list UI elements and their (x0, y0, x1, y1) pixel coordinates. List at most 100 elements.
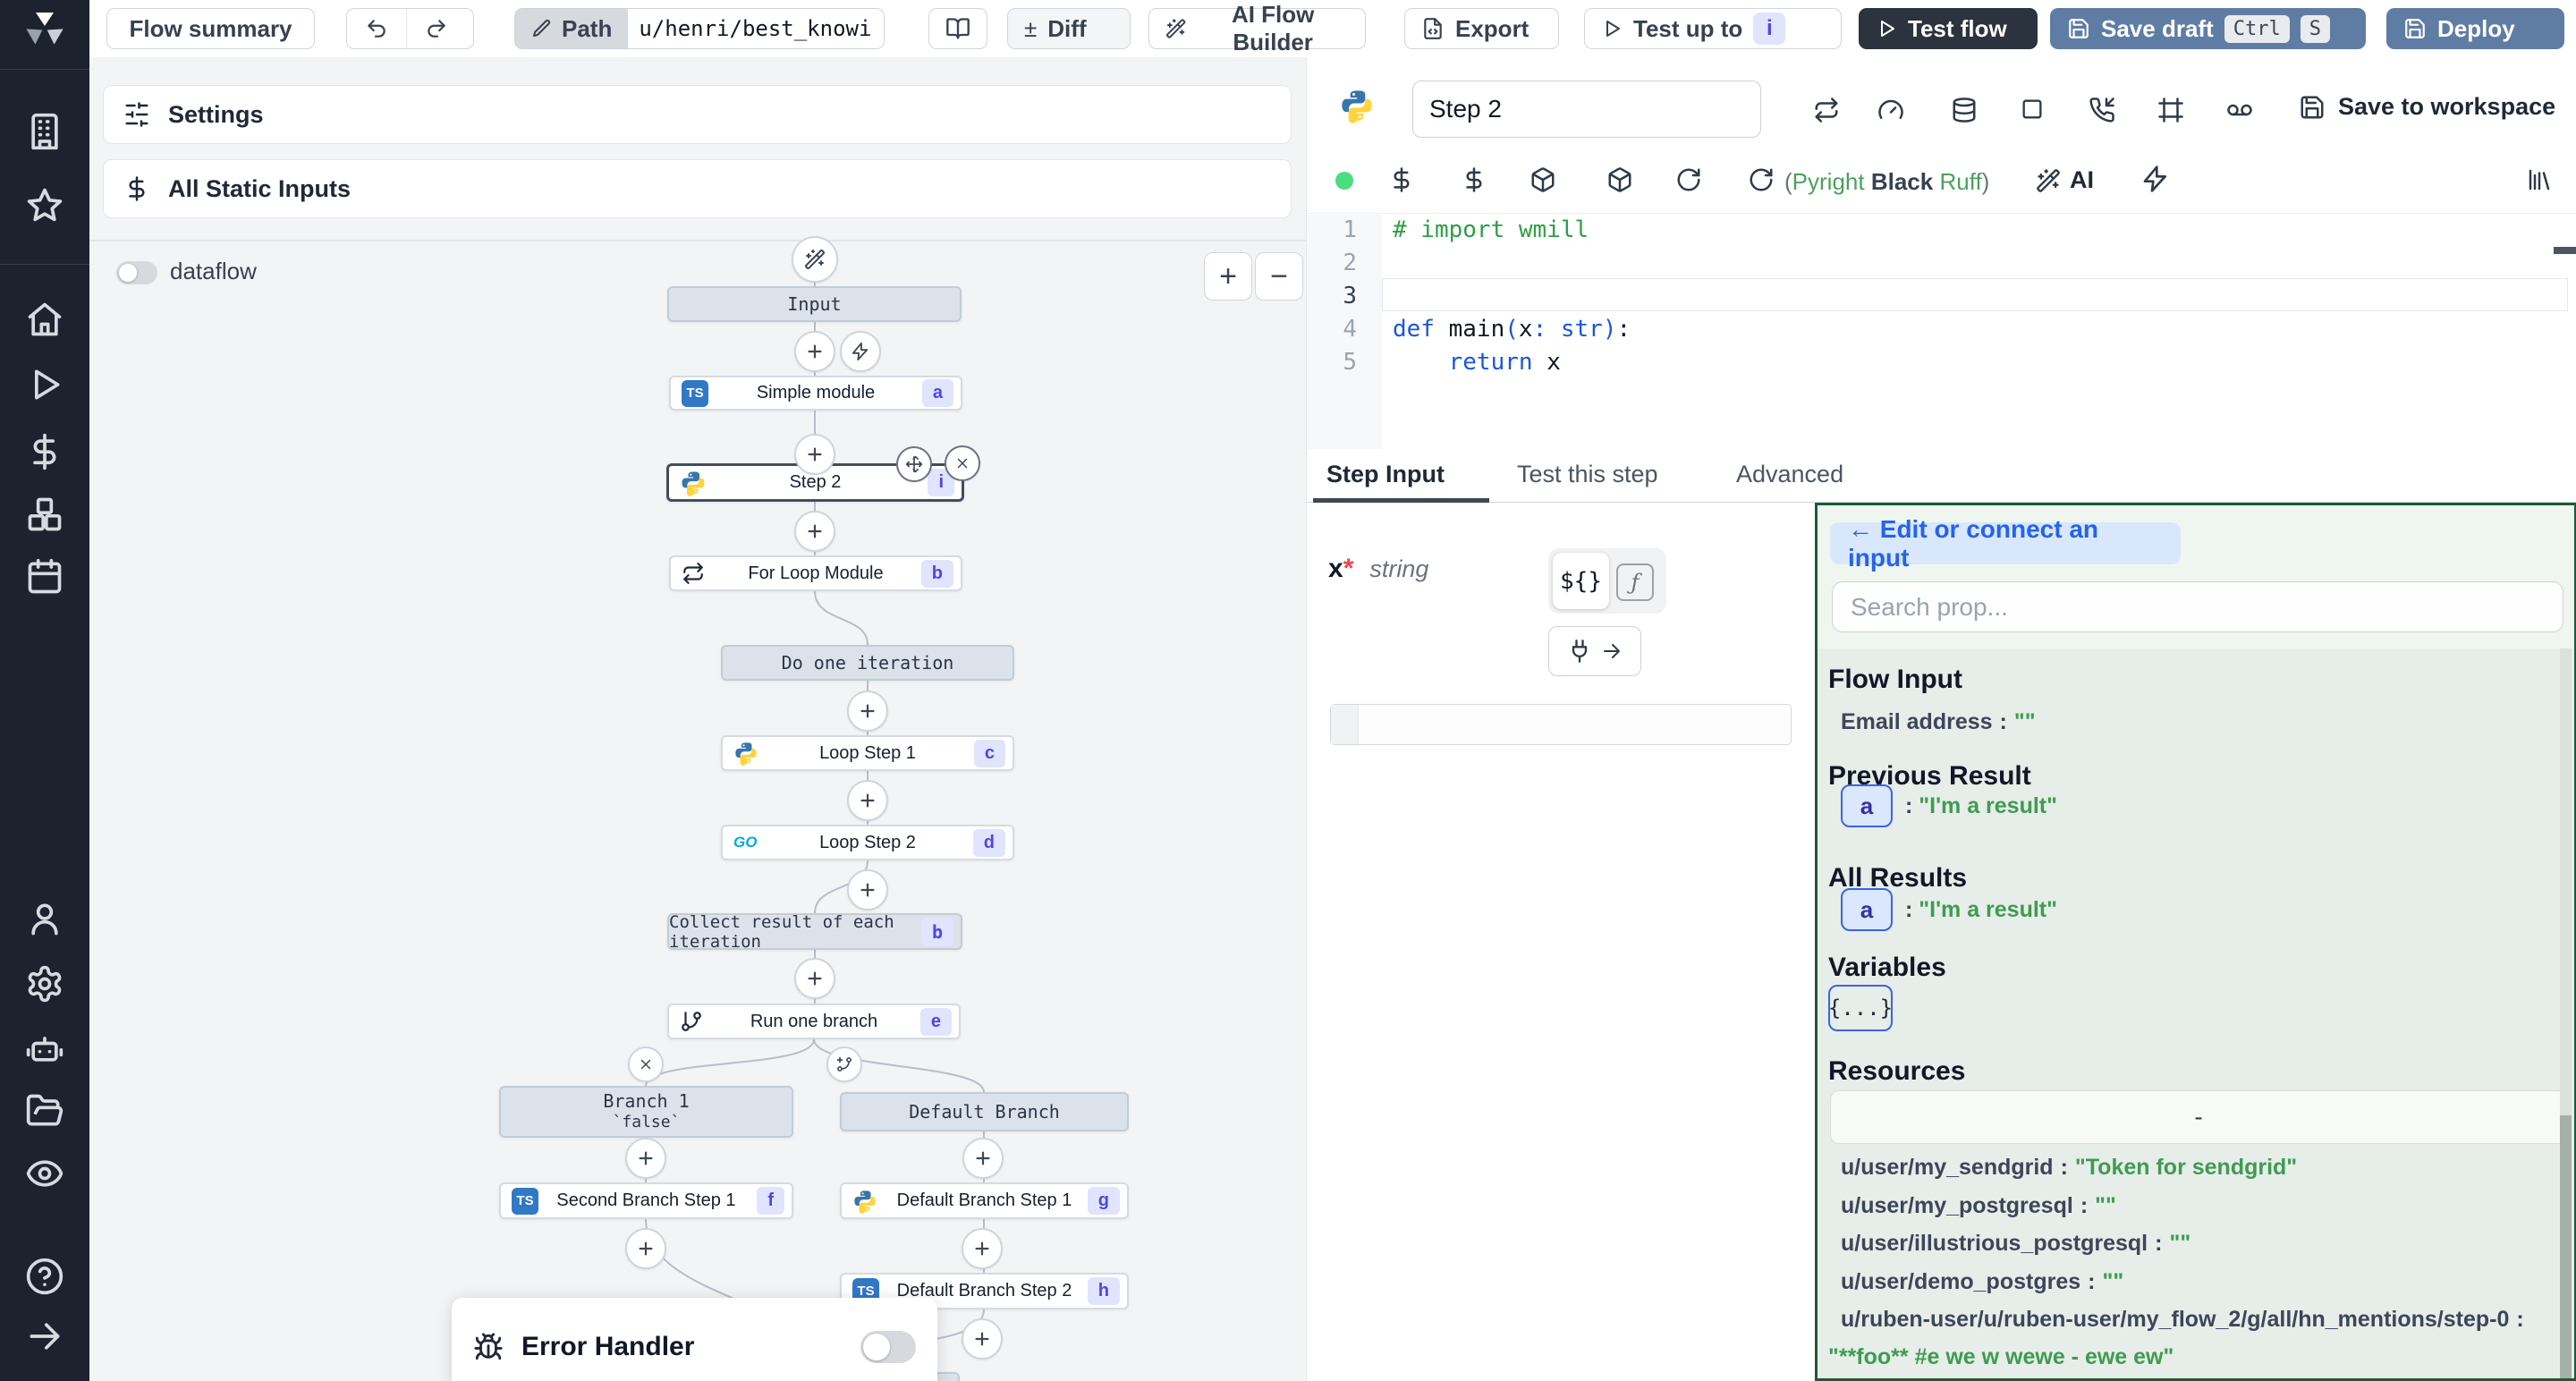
add-step-button[interactable] (962, 1318, 1003, 1360)
user-icon[interactable] (25, 899, 64, 938)
node-default-branch-step1[interactable]: Default Branch Step 1 g (840, 1182, 1129, 1219)
edit-or-connect-pill[interactable]: ← Edit or connect an input (1830, 522, 2181, 564)
settings-gear-icon[interactable] (25, 964, 64, 1004)
path-input[interactable] (628, 9, 884, 48)
add-step-button[interactable] (962, 1138, 1004, 1179)
workers-bot-icon[interactable] (25, 1029, 64, 1068)
node-simple-module[interactable]: TS Simple module a (669, 376, 962, 411)
library-icon[interactable] (2526, 166, 2553, 193)
add-step-button[interactable] (625, 1138, 666, 1179)
early-stop-gauge-icon[interactable] (1877, 97, 1904, 123)
resource-dollar-icon[interactable] (1461, 166, 1487, 193)
folders-icon[interactable] (25, 1091, 64, 1131)
save-to-workspace-button[interactable]: Save to workspace (2299, 93, 2555, 121)
result-key-chip[interactable]: a (1841, 888, 1893, 931)
mock-square-icon[interactable] (2020, 97, 2045, 122)
add-trigger-button[interactable] (840, 331, 881, 372)
result-key-chip[interactable]: a (1841, 784, 1893, 827)
template-mode-button[interactable]: ${} (1553, 553, 1609, 609)
add-step-button[interactable] (962, 1228, 1003, 1269)
tab-step-input[interactable]: Step Input (1326, 461, 1445, 488)
resource-row[interactable]: u/user/my_sendgrid:"Token for sendgrid" (1841, 1155, 2297, 1181)
expand-arrow-icon[interactable] (25, 1317, 64, 1356)
reload-icon[interactable] (1675, 166, 1702, 193)
save-draft-button[interactable]: Save draft Ctrl S (2050, 8, 2366, 49)
diff-button[interactable]: ± Diff (1007, 8, 1131, 49)
resources-boxes-icon[interactable] (25, 495, 64, 534)
tab-test-this-step[interactable]: Test this step (1517, 461, 1658, 488)
cache-database-icon[interactable] (1951, 97, 1978, 123)
add-branch-button[interactable] (826, 1046, 862, 1082)
flow-summary-button[interactable]: Flow summary (106, 8, 315, 49)
move-step-button[interactable] (896, 446, 932, 482)
variable-dollar-icon[interactable] (1388, 166, 1415, 193)
voicemail-icon[interactable] (2226, 97, 2253, 123)
prev-result-row[interactable]: : "I'm a result" (1905, 793, 2057, 819)
add-step-button[interactable] (847, 869, 888, 911)
variables-dollar-icon[interactable] (25, 432, 64, 471)
bolt-icon[interactable] (2141, 165, 2170, 193)
all-results-row[interactable]: : "I'm a result" (1905, 897, 2057, 923)
resource-row-clipped[interactable]: u/ruben-user/my_token:"24: this is for s… (1841, 1375, 2333, 1381)
code-line-1[interactable]: # import wmill (1393, 216, 1589, 243)
schedules-calendar-icon[interactable] (25, 557, 64, 597)
resource-row[interactable]: u/user/illustrious_postgresql:"" (1841, 1231, 2190, 1257)
resource-row-value[interactable]: "**foo** #e we w wewe - ewe ew" (1828, 1344, 2174, 1370)
error-handler-toggle[interactable] (860, 1331, 916, 1363)
add-step-button[interactable] (794, 331, 835, 372)
code-line-4[interactable]: def main(x: str): (1393, 316, 1631, 343)
tab-advanced[interactable]: Advanced (1736, 461, 1843, 488)
node-branch1[interactable]: Branch 1 `false` (499, 1086, 793, 1138)
ai-flow-builder-button[interactable]: AI Flow Builder (1148, 8, 1366, 49)
deploy-button[interactable]: Deploy (2386, 8, 2564, 49)
scrollbar-thumb[interactable] (2560, 1115, 2572, 1381)
test-flow-button[interactable]: Test flow (1859, 8, 2038, 49)
add-step-button[interactable] (847, 780, 888, 821)
package-icon[interactable] (1606, 166, 1633, 193)
add-step-button[interactable] (794, 434, 835, 475)
add-step-button[interactable] (794, 511, 835, 552)
favorites-star-icon[interactable] (25, 186, 64, 225)
node-collect-result[interactable]: Collect result of each iteration b (667, 913, 962, 950)
home-icon[interactable] (25, 300, 64, 339)
test-up-to-button[interactable]: Test up to i (1584, 8, 1842, 49)
node-do-one-iteration[interactable]: Do one iteration (721, 645, 1014, 681)
resource-row[interactable]: u/user/demo_postgres:"" (1841, 1269, 2123, 1295)
node-input[interactable]: Input (667, 286, 962, 322)
search-prop-input[interactable] (1832, 581, 2563, 632)
redo-button[interactable] (406, 9, 466, 48)
delete-step-button[interactable] (945, 445, 980, 481)
ai-edit-flow-button[interactable] (792, 236, 838, 283)
node-for-loop[interactable]: For Loop Module b (669, 555, 962, 591)
retry-repeat-icon[interactable] (1813, 97, 1840, 123)
ai-assistant-button[interactable]: AI (2036, 166, 2094, 194)
path-edit-button[interactable]: Path (515, 9, 628, 48)
add-step-button[interactable] (625, 1228, 666, 1269)
node-loop-step1[interactable]: Loop Step 1 c (721, 735, 1014, 771)
sleep-frame-icon[interactable] (2157, 97, 2184, 123)
docs-book-button[interactable] (928, 8, 987, 49)
suspend-phone-icon[interactable] (2089, 97, 2115, 123)
fx-mode-button[interactable]: ƒ (1616, 563, 1654, 601)
resources-placeholder-box[interactable]: - (1830, 1090, 2567, 1144)
variables-object-chip[interactable]: {...} (1828, 985, 1893, 1031)
editor-scroll-marker[interactable] (2554, 247, 2576, 254)
add-step-button[interactable] (794, 958, 835, 999)
help-icon[interactable] (25, 1257, 64, 1296)
node-second-branch-step1[interactable]: TS Second Branch Step 1 f (499, 1182, 793, 1219)
undo-button[interactable] (347, 9, 406, 48)
arg-value-input[interactable] (1330, 704, 1792, 745)
resource-row[interactable]: u/ruben-user/u/ruben-user/my_flow_2/g/al… (1841, 1307, 2531, 1333)
code-line-5[interactable]: return x (1393, 349, 1561, 376)
workspace-icon[interactable] (25, 112, 64, 151)
flow-input-row[interactable]: Email address:"" (1841, 709, 2036, 735)
export-button[interactable]: Export (1404, 8, 1559, 49)
resource-row[interactable]: u/user/my_postgresql:"" (1841, 1193, 2116, 1219)
windmill-logo[interactable] (23, 7, 66, 50)
runs-play-icon[interactable] (25, 365, 64, 404)
node-loop-step2[interactable]: GO Loop Step 2 d (721, 825, 1014, 860)
remove-branch-button[interactable] (628, 1046, 664, 1082)
connect-input-button[interactable] (1548, 626, 1641, 676)
reload-icon[interactable] (1748, 166, 1775, 193)
node-default-branch[interactable]: Default Branch (840, 1092, 1129, 1131)
